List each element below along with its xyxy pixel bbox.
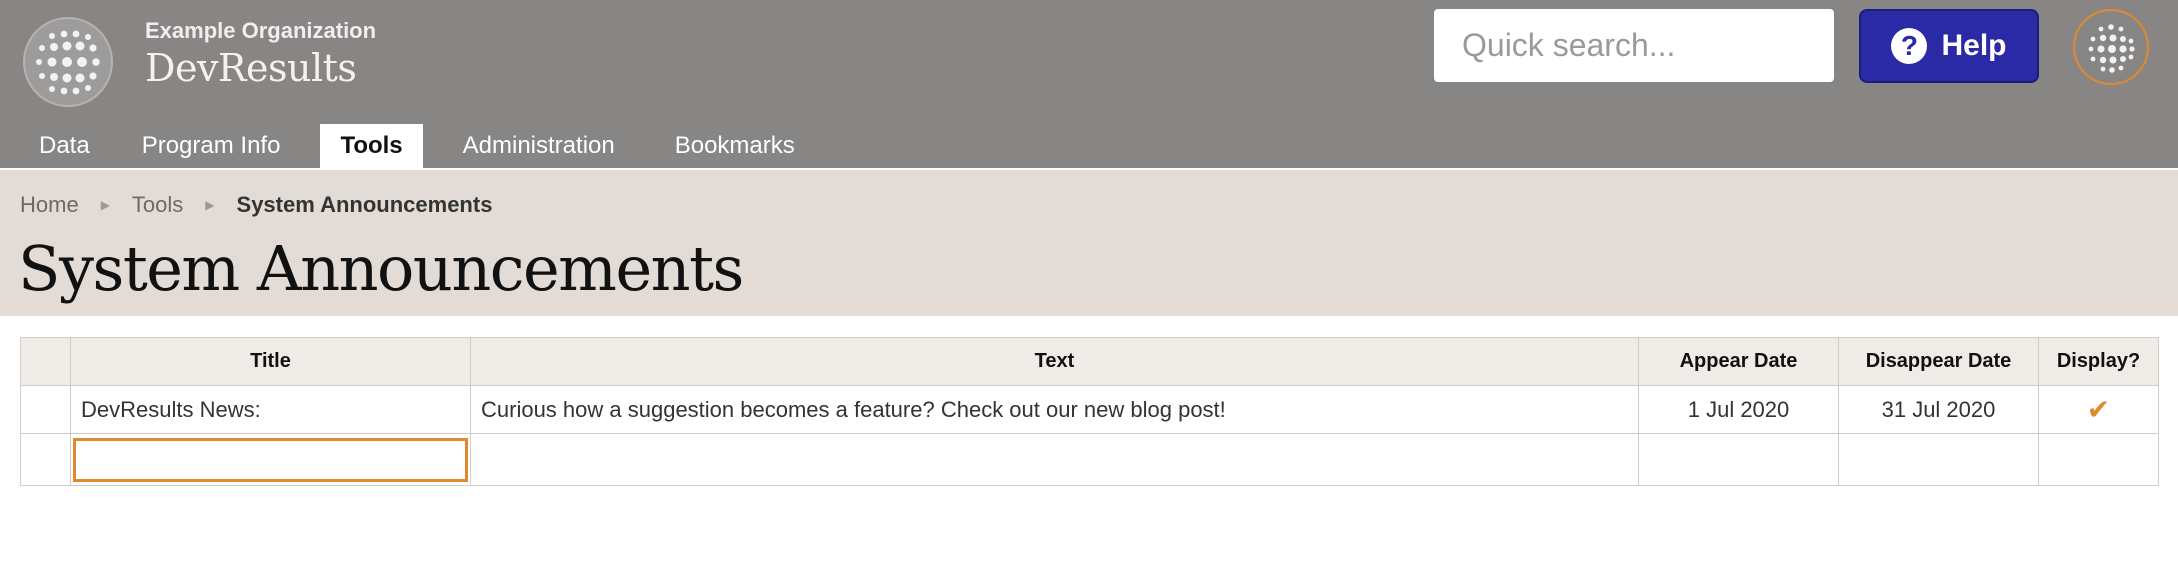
quick-search-input[interactable] — [1460, 14, 1884, 77]
row-selector-header — [20, 337, 71, 386]
column-header-title[interactable]: Title — [70, 337, 471, 386]
table-row-new[interactable] — [20, 433, 2159, 486]
cell-appear-date[interactable] — [1638, 433, 1839, 486]
check-icon: ✔ — [2086, 394, 2111, 425]
breadcrumb-separator-icon: ▶ — [100, 198, 110, 212]
organization-name: Example Organization — [145, 18, 377, 43]
globe-avatar-icon — [2088, 24, 2135, 73]
cell-display[interactable]: ✔ — [2038, 385, 2159, 434]
column-header-display[interactable]: Display? — [2038, 337, 2159, 386]
user-avatar[interactable] — [2073, 9, 2149, 85]
app-name[interactable]: DevResults — [145, 46, 357, 90]
help-label: Help — [1941, 29, 2007, 62]
top-header: Example Organization DevResults ? Help D… — [0, 0, 2178, 170]
cell-title[interactable]: DevResults News: — [70, 385, 471, 434]
column-header-disappear-date[interactable]: Disappear Date — [1838, 337, 2039, 386]
help-icon: ? — [1891, 28, 1928, 64]
cell-disappear-date[interactable]: 31 Jul 2020 — [1838, 385, 2039, 434]
quick-search — [1434, 9, 1884, 82]
title-edit-input[interactable] — [73, 437, 468, 482]
nav-tab-administration[interactable]: Administration — [423, 124, 637, 168]
nav-tab-bookmarks[interactable]: Bookmarks — [637, 124, 815, 168]
breadcrumb-separator-icon: ▶ — [205, 198, 215, 212]
cell-disappear-date[interactable] — [1838, 433, 2039, 486]
nav-tab-program-info[interactable]: Program Info — [120, 124, 303, 168]
nav-tab-tools[interactable]: Tools — [320, 124, 423, 170]
breadcrumb: Home ▶ Tools ▶ System Announcements — [20, 192, 492, 218]
table-header-row: Title Text Appear Date Disappear Date Di… — [20, 337, 2159, 386]
cell-appear-date[interactable]: 1 Jul 2020 — [1638, 385, 1839, 434]
announcements-table: Title Text Appear Date Disappear Date Di… — [20, 337, 2159, 486]
cell-text[interactable]: Curious how a suggestion becomes a featu… — [470, 385, 1639, 434]
page-title: System Announcements — [18, 232, 744, 305]
column-header-text[interactable]: Text — [470, 337, 1639, 386]
breadcrumb-tools[interactable]: Tools — [132, 192, 183, 218]
nav-tab-data[interactable]: Data — [0, 124, 120, 168]
cell-text[interactable] — [470, 433, 1639, 486]
globe-logo-icon[interactable] — [22, 16, 114, 108]
table-row[interactable]: DevResults News: Curious how a suggestio… — [20, 385, 2159, 434]
breadcrumb-home[interactable]: Home — [20, 192, 79, 218]
column-header-appear-date[interactable]: Appear Date — [1638, 337, 1839, 386]
row-selector[interactable] — [20, 433, 71, 486]
cell-display[interactable] — [2038, 433, 2159, 486]
cell-title-editing[interactable] — [70, 433, 471, 486]
breadcrumb-current: System Announcements — [236, 192, 493, 217]
main-nav: Data Program Info Tools Administration B… — [0, 124, 815, 170]
page-header-band: Home ▶ Tools ▶ System Announcements Syst… — [0, 168, 2178, 316]
row-selector[interactable] — [20, 385, 71, 434]
help-button[interactable]: ? Help — [1859, 9, 2039, 83]
